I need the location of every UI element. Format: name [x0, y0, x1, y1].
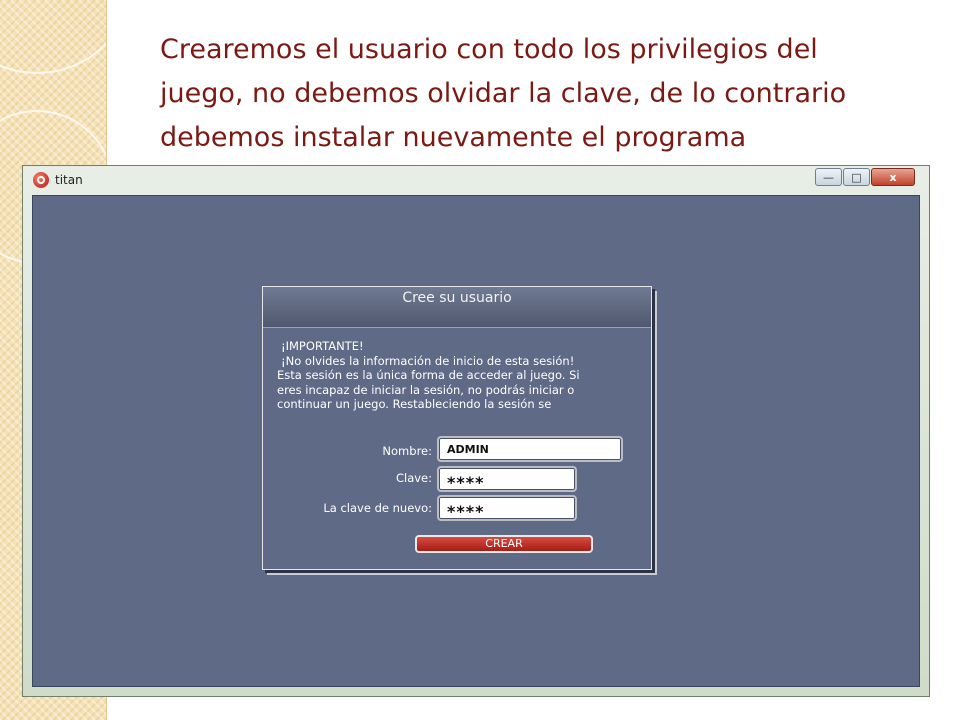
clave-field[interactable]: ****	[437, 466, 577, 492]
app-logo-icon	[33, 172, 49, 188]
nombre-field[interactable]: ADMIN	[437, 436, 623, 462]
window-title: titan	[55, 173, 83, 187]
clave-confirm-label: La clave de nuevo:	[323, 501, 432, 515]
close-button[interactable]: x	[871, 168, 915, 186]
window-titlebar[interactable]: titan — □ x	[23, 166, 929, 194]
window-controls: — □ x	[815, 168, 915, 186]
clave-label: Clave:	[395, 471, 432, 485]
slide-title: Crearemos el usuario con todo los privil…	[160, 28, 940, 160]
message-line: ¡IMPORTANTE!	[281, 339, 364, 353]
slide-title-line: Crearemos el usuario con todo los privil…	[160, 34, 818, 65]
clave-confirm-field[interactable]: ****	[437, 495, 577, 521]
minimize-button[interactable]: —	[815, 168, 842, 186]
nombre-label: Nombre:	[382, 444, 432, 458]
crear-button[interactable]: CREAR	[415, 535, 593, 553]
slide-title-line: debemos instalar nuevamente el programa	[160, 122, 747, 153]
maximize-button[interactable]: □	[843, 168, 870, 186]
dialog-message: ¡IMPORTANTE! ¡No olvides la información …	[277, 339, 647, 412]
create-user-dialog: Cree su usuario ¡IMPORTANTE! ¡No olvides…	[262, 286, 652, 570]
message-line: ¡No olvides la información de inicio de …	[281, 353, 575, 368]
dialog-title: Cree su usuario	[263, 287, 651, 328]
message-line: continuar un juego. Restableciendo la se…	[277, 397, 552, 411]
message-line: eres incapaz de iniciar la sesión, no po…	[277, 382, 575, 397]
message-line: Esta sesión es la única forma de acceder…	[277, 368, 580, 382]
slide-title-line: juego, no debemos olvidar la clave, de l…	[160, 78, 847, 109]
